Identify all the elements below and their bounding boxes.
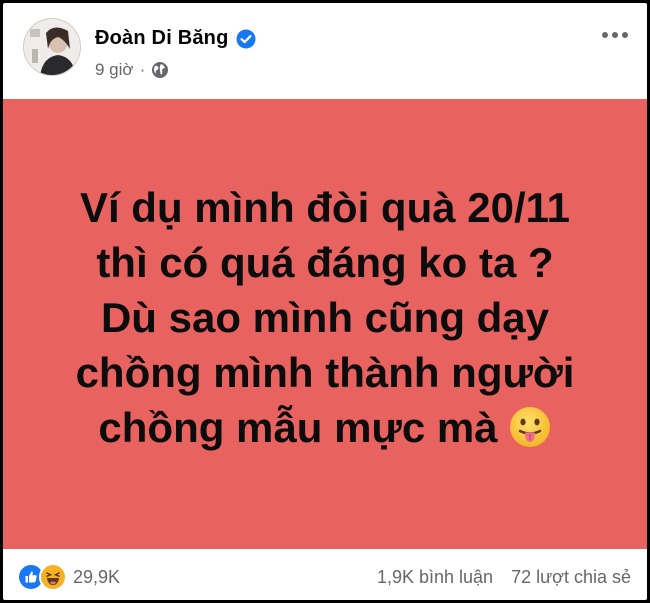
comment-count[interactable]: 1,9K bình luận <box>377 567 493 588</box>
post-text-line: thì có quá đáng ko ta ? <box>96 238 554 286</box>
post-text-line-last: chồng mẫu mực mà <box>76 400 575 455</box>
post-text-line: Dù sao mình cũng dạy <box>100 293 550 341</box>
post-text-line: chồng mẫu mực mà <box>98 403 498 451</box>
post-stats: 1,9K bình luận 72 lượt chia sẻ <box>377 567 631 588</box>
tongue-out-emoji-icon <box>508 405 552 449</box>
author-name[interactable]: Đoàn Di Băng <box>95 27 229 50</box>
post-text-line: Ví dụ mình đòi quà 20/11 <box>79 183 571 231</box>
avatar[interactable] <box>23 18 81 76</box>
verified-badge-icon <box>236 29 256 49</box>
reaction-count: 29,9K <box>73 566 121 587</box>
author-row: Đoàn Di Băng <box>95 27 256 50</box>
more-options-button[interactable] <box>597 21 633 49</box>
post-meta: 9 giờ · <box>95 60 169 80</box>
post-footer: 29,9K 1,9K bình luận 72 lượt chia sẻ <box>3 549 647 600</box>
meta-separator: · <box>139 60 146 79</box>
reactions-summary[interactable]: 29,9K <box>17 563 120 591</box>
post-text: Ví dụ mình đòi quà 20/11 thì có quá đáng… <box>76 180 575 455</box>
share-count[interactable]: 72 lượt chia sẻ <box>511 567 631 588</box>
facebook-post: Đoàn Di Băng 9 giờ · Ví dụ mình đòi quà … <box>3 3 647 600</box>
globe-icon[interactable] <box>151 61 169 79</box>
post-time[interactable]: 9 giờ <box>95 60 134 80</box>
post-text-line: chồng mình thành người <box>75 348 575 396</box>
haha-icon <box>39 563 67 591</box>
post-content-background[interactable]: Ví dụ mình đòi quà 20/11 thì có quá đáng… <box>3 99 647 549</box>
more-options-icon <box>601 26 629 44</box>
